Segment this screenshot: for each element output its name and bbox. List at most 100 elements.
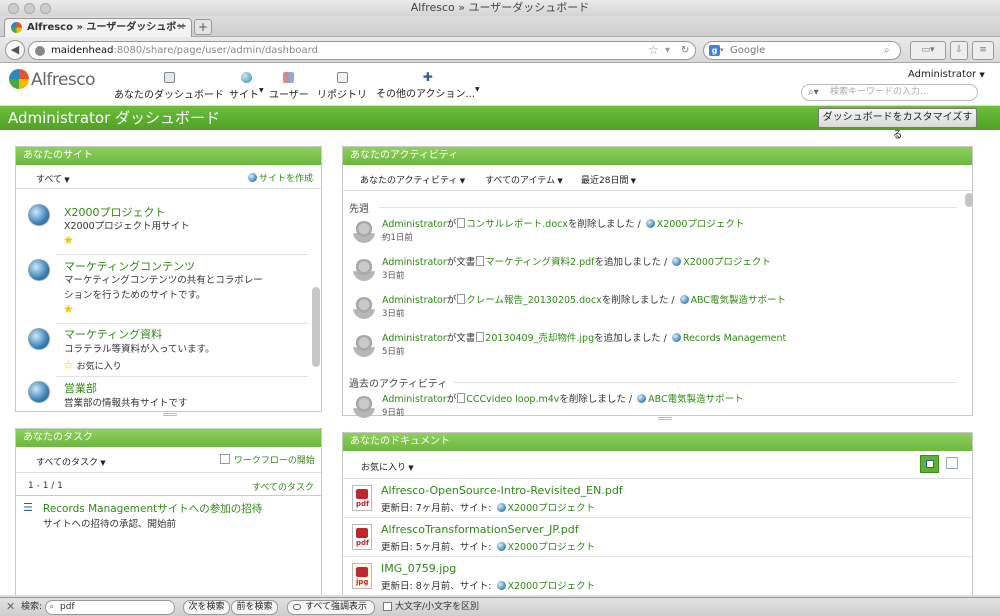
file-type-label: jpg [356, 578, 369, 586]
alfresco-logo[interactable]: Alfresco [9, 69, 96, 90]
zoom-window-button[interactable] [40, 3, 51, 14]
activity-site-link[interactable]: Records Management [683, 333, 786, 344]
document-name-link[interactable]: IMG_0759.jpg [381, 562, 456, 575]
tasks-filter-dropdown[interactable]: すべてのタスク [36, 455, 106, 468]
new-tab-button[interactable]: + [194, 19, 212, 35]
activity-site-link[interactable]: X2000プロジェクト [657, 219, 745, 230]
document-site-link[interactable]: X2000プロジェクト [508, 581, 596, 592]
task-priority-icon: ☰ [23, 501, 33, 514]
document-site-link[interactable]: X2000プロジェクト [508, 542, 596, 553]
documents-filter-dropdown[interactable]: お気に入り [361, 460, 414, 473]
scrollbar[interactable] [965, 193, 973, 207]
activity-item: Administratorが コンサルレポート.docxを削除しました / X20… [382, 216, 744, 230]
my-tasks-dashlet: あなたのタスク すべてのタスク ワークフローの開始 1 - 1 / 1 すべての… [15, 428, 322, 595]
find-prev-button[interactable]: 前を検索 [231, 600, 278, 615]
document-site-link[interactable]: X2000プロジェクト [508, 503, 596, 514]
resize-handle[interactable] [163, 413, 177, 416]
globe-icon [645, 219, 655, 228]
search-icon[interactable]: ⌕ [884, 42, 890, 59]
reload-icon[interactable]: ↻ [681, 42, 689, 59]
activity-site-link[interactable]: ABC電気製造サポート [691, 295, 786, 306]
site-description: 営業部の情報共有サイトです [64, 398, 188, 409]
start-workflow-label: ワークフローの開始 [233, 456, 315, 466]
scrollbar[interactable] [312, 287, 320, 367]
activity-site-link[interactable]: X2000プロジェクト [683, 257, 771, 268]
chevron-down-icon: ▼ [475, 86, 480, 93]
dashlet-title: あなたのアクティビティ [343, 147, 972, 165]
resize-handle[interactable] [658, 417, 672, 420]
nav-more-actions[interactable]: ✚ その他のアクション...▼ [376, 70, 480, 100]
site-name[interactable]: 営業部 [64, 380, 97, 396]
nav-people[interactable]: ユーザー [269, 72, 309, 101]
document-name-link[interactable]: AlfrescoTransformationServer_JP.pdf [381, 523, 579, 536]
favorite-star-icon[interactable]: ★ [63, 302, 74, 316]
match-case-checkbox[interactable] [383, 602, 392, 611]
browser-navbar: ◀ maidenhead:8080/share/page/user/admin/… [0, 37, 1000, 63]
activity-user-link[interactable]: Administrator [382, 257, 447, 268]
favorite-star-icon[interactable]: ★ [63, 233, 74, 247]
nav-repository-label: リポジトリ [317, 90, 367, 101]
download-button[interactable]: ⇩ [950, 41, 968, 60]
browser-tab[interactable]: Alfresco » ユーザーダッシュボード ✕ [4, 18, 192, 50]
simple-view-button[interactable] [920, 455, 939, 473]
activities-range-dropdown[interactable]: 最近28日間 [581, 173, 636, 186]
activity-time: 9日前 [382, 408, 405, 418]
user-avatar [353, 221, 375, 243]
back-button[interactable]: ◀ [5, 40, 25, 60]
task-title[interactable]: Records Managementサイトへの参加の招待 [43, 501, 262, 516]
dropdown-icon[interactable]: ▾ [665, 42, 670, 59]
header-search-input[interactable]: ⌕▾ 検索キーワードの入力... [801, 84, 978, 101]
detailed-view-icon[interactable] [946, 457, 958, 469]
view-toggle-button[interactable]: ▭▾ [910, 41, 946, 60]
document-icon [457, 294, 466, 304]
activity-user-link[interactable]: Administrator [382, 219, 447, 230]
search-engine-box[interactable]: g ▾ Google ⌕ [703, 41, 901, 60]
nav-sites[interactable]: サイト▼ [229, 72, 264, 101]
document-name-link[interactable]: Alfresco-OpenSource-Intro-Revisited_EN.p… [381, 484, 623, 497]
engine-dropdown-icon[interactable]: ▾ [720, 42, 724, 59]
create-site-link[interactable]: サイトを作成 [246, 171, 313, 184]
url-bar[interactable]: maidenhead:8080/share/page/user/admin/da… [28, 41, 696, 60]
menu-button[interactable]: ≡ [972, 41, 994, 60]
find-next-button[interactable]: 次を検索 [183, 600, 230, 615]
all-tasks-link[interactable]: すべてのタスク [252, 480, 314, 493]
nav-repository[interactable]: リポジトリ [317, 72, 367, 101]
site-name[interactable]: マーケティング資料 [64, 326, 162, 342]
activity-user-link[interactable]: Administrator [382, 394, 447, 405]
bookmark-star-icon[interactable]: ☆ [648, 42, 659, 59]
activity-verb: が [446, 295, 457, 306]
tab-close-icon[interactable]: ✕ [177, 19, 185, 36]
find-input[interactable]: ⌕ pdf [45, 600, 175, 615]
app-header: Alfresco あなたのダッシュボード サイト▼ ユーザー リポジトリ ✚ そ… [0, 64, 1000, 106]
dashlet-toolbar: すべて サイトを作成 [16, 165, 321, 189]
activities-items-dropdown[interactable]: すべてのアイテム [485, 173, 563, 186]
activity-file-link[interactable]: CCCvideo loop.m4v [466, 394, 559, 405]
nav-dashboard[interactable]: あなたのダッシュボード [114, 72, 224, 101]
workflow-icon [220, 454, 230, 464]
highlight-all-button[interactable]: すべて強調表示 [287, 600, 375, 615]
activity-site-link[interactable]: ABC電気製造サポート [648, 394, 743, 405]
activity-file-link[interactable]: 20130409_売却物件.jpg [485, 333, 594, 344]
activity-file-link[interactable]: クレーム報告_20130205.docx [466, 295, 602, 306]
activity-user-link[interactable]: Administrator [382, 333, 447, 344]
start-workflow-link[interactable]: ワークフローの開始 [219, 453, 315, 466]
customize-dashboard-button[interactable]: ダッシュボードをカスタマイズする [818, 108, 977, 141]
minimize-window-button[interactable] [24, 3, 35, 14]
window-titlebar: Alfresco » ユーザーダッシュボード [0, 0, 1000, 16]
sites-filter-dropdown[interactable]: すべて [36, 172, 70, 185]
task-description: サイトへの招待の承認、開始前 [43, 519, 177, 530]
plus-icon: ✚ [422, 70, 433, 84]
dashlet-toolbar: お気に入り [343, 451, 972, 479]
activity-user-link[interactable]: Administrator [382, 295, 447, 306]
site-description: X2000プロジェクト用サイト [64, 221, 190, 232]
user-menu[interactable]: Administrator ▼ [908, 69, 985, 80]
activity-file-link[interactable]: コンサルレポート.docx [466, 219, 568, 230]
section-last-week: 先週 [349, 204, 369, 215]
activity-file-link[interactable]: マーケティング資料2.pdf [485, 257, 594, 268]
close-findbar-icon[interactable]: ✕ [6, 598, 15, 616]
divider [16, 495, 321, 496]
document-meta-text: 更新日: 5ヶ月前、サイト: [381, 542, 495, 553]
activities-scope-dropdown[interactable]: あなたのアクティビティ [360, 173, 465, 186]
add-favorite-link[interactable]: ☆ お気に入り [63, 358, 122, 372]
close-window-button[interactable] [8, 3, 19, 14]
